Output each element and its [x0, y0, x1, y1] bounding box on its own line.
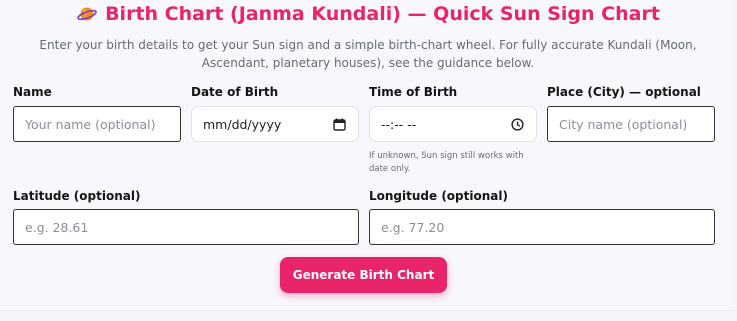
latitude-input[interactable]: e.g. 28.61 — [13, 209, 359, 245]
longitude-label: Longitude (optional) — [369, 189, 508, 203]
tob-label: Time of Birth — [369, 85, 458, 99]
page-title-text: Birth Chart (Janma Kundali) — Quick Sun … — [105, 3, 660, 25]
generate-birth-chart-button[interactable]: Generate Birth Chart — [280, 257, 447, 293]
tob-value: --:-- -- — [381, 116, 417, 132]
dob-label: Date of Birth — [191, 85, 279, 99]
name-label: Name — [13, 85, 52, 99]
tob-input[interactable]: --:-- -- — [369, 106, 537, 142]
page-subtitle: Enter your birth details to get your Sun… — [39, 38, 697, 70]
birth-chart-card: Birth Chart (Janma Kundali) — Quick Sun … — [0, 0, 733, 311]
latitude-placeholder: e.g. 28.61 — [25, 219, 89, 235]
page-title: Birth Chart (Janma Kundali) — Quick Sun … — [0, 3, 737, 25]
place-input[interactable]: City name (optional) — [547, 106, 715, 142]
name-placeholder: Your name (optional) — [25, 116, 156, 132]
latitude-label: Latitude (optional) — [13, 189, 141, 203]
dob-input[interactable]: mm/dd/yyyy — [191, 106, 359, 142]
tob-hint: If unknown, Sun sign still works with da… — [369, 151, 524, 174]
longitude-input[interactable]: e.g. 77.20 — [369, 209, 715, 245]
calendar-icon[interactable] — [328, 116, 350, 132]
place-placeholder: City name (optional) — [559, 116, 688, 132]
planet-icon — [77, 4, 97, 24]
place-label: Place (City) — optional — [547, 85, 701, 99]
dob-value: mm/dd/yyyy — [203, 116, 282, 132]
clock-icon[interactable] — [506, 116, 528, 132]
longitude-placeholder: e.g. 77.20 — [381, 219, 445, 235]
name-input[interactable]: Your name (optional) — [13, 106, 181, 142]
